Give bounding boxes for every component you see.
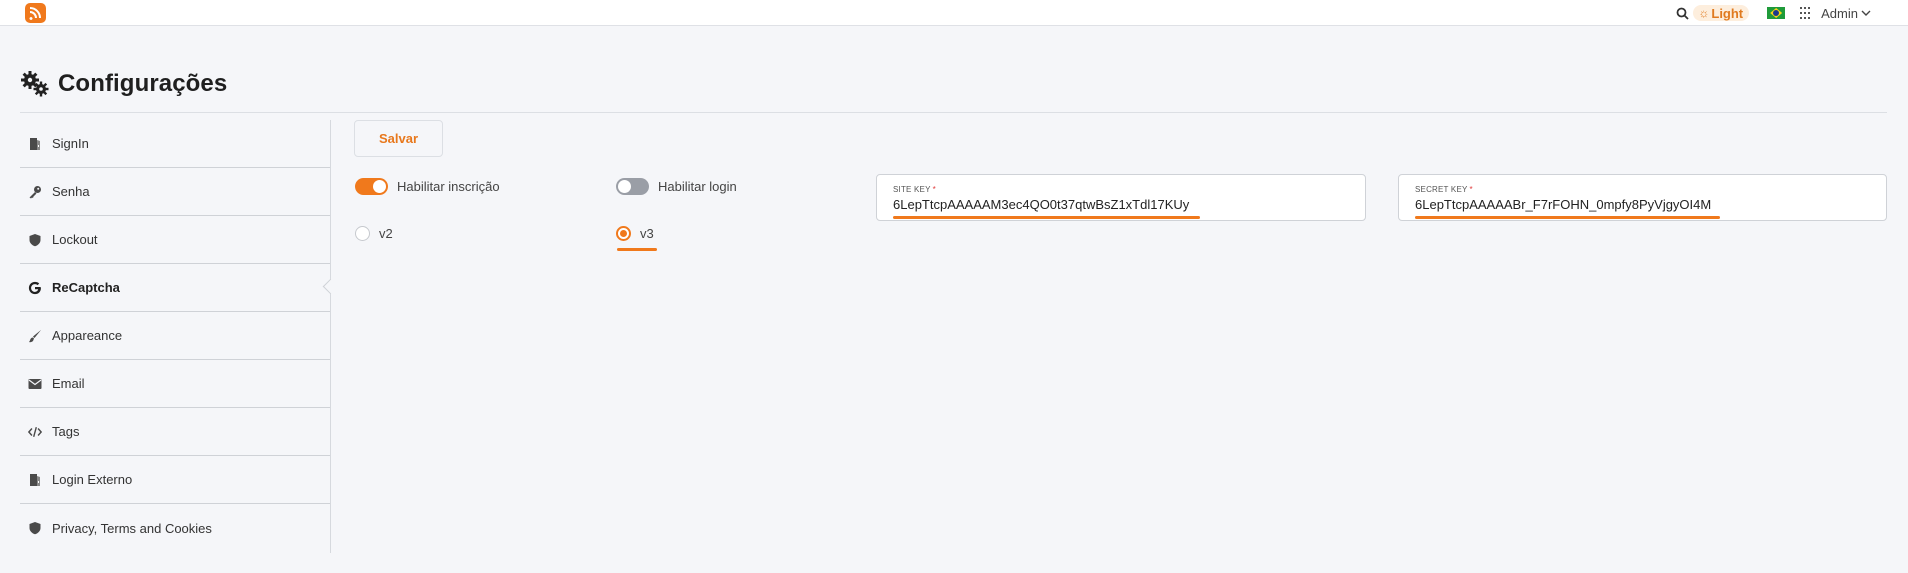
theme-label: Light (1711, 5, 1744, 21)
sidebar-item-tags[interactable]: Tags (20, 408, 330, 456)
title-divider (20, 112, 1887, 113)
app-logo-icon[interactable] (25, 3, 46, 23)
sidebar-item-privacy[interactable]: Privacy, Terms and Cookies (20, 504, 330, 552)
top-bar: ☼ Light Admin (0, 0, 1908, 26)
radio-button[interactable] (355, 226, 370, 241)
sidebar-item-senha[interactable]: Senha (20, 168, 330, 216)
radio-label: v2 (379, 226, 393, 241)
user-menu[interactable]: Admin (1821, 6, 1871, 21)
site-key-input[interactable] (893, 197, 1351, 212)
signin-door-icon (28, 473, 42, 487)
shield-icon (28, 521, 42, 535)
radio-button[interactable] (616, 226, 631, 241)
sidebar-item-appareance[interactable]: Appareance (20, 312, 330, 360)
sidebar-item-label: Privacy, Terms and Cookies (52, 520, 212, 536)
sidebar-item-label: SignIn (52, 136, 89, 151)
save-button[interactable]: Salvar (354, 120, 443, 157)
page-header: Configurações (20, 70, 227, 98)
sidebar-item-label: Tags (52, 424, 80, 439)
sidebar-item-label: Senha (52, 184, 90, 199)
key-icon (28, 185, 42, 199)
sun-icon: ☼ (1698, 6, 1710, 20)
sidebar-item-label: Email (52, 376, 85, 391)
toggle-switch[interactable] (616, 178, 649, 195)
secret-key-field[interactable]: SECRET KEY * (1398, 174, 1887, 221)
toggle-label: Habilitar inscrição (397, 179, 500, 194)
enable-login-toggle[interactable]: Habilitar login (616, 178, 737, 195)
chevron-down-icon (1861, 10, 1871, 16)
sidebar-item-email[interactable]: Email (20, 360, 330, 408)
radio-focus-underline (617, 248, 657, 251)
sidebar-item-recaptcha[interactable]: ReCaptcha (20, 264, 330, 312)
brush-icon (28, 329, 42, 343)
sidebar-item-label: ReCaptcha (52, 280, 120, 295)
page-title: Configurações (58, 70, 228, 97)
google-icon (28, 281, 42, 295)
toggle-switch[interactable] (355, 178, 388, 195)
gears-icon (21, 71, 49, 97)
secret-key-input[interactable] (1415, 197, 1872, 212)
user-menu-label: Admin (1821, 5, 1858, 21)
site-key-field[interactable]: SITE KEY * (876, 174, 1366, 221)
search-icon[interactable] (1673, 4, 1691, 22)
field-label: SITE KEY * (893, 185, 936, 194)
sidebar-item-signin[interactable]: SignIn (20, 120, 330, 168)
field-label: SECRET KEY * (1415, 185, 1473, 194)
envelope-icon (28, 377, 42, 391)
sidebar-item-label: Login Externo (52, 472, 133, 487)
radio-v3[interactable]: v3 (616, 226, 654, 241)
theme-toggle-button[interactable]: ☼ Light (1693, 5, 1750, 21)
radio-label: v3 (640, 226, 654, 241)
sidebar-item-label: Lockout (52, 232, 98, 247)
radio-v2[interactable]: v2 (355, 226, 393, 241)
signin-door-icon (28, 137, 42, 151)
sidebar-item-lockout[interactable]: Lockout (20, 216, 330, 264)
field-underline (1415, 216, 1720, 219)
brazil-flag-icon[interactable] (1767, 7, 1786, 19)
enable-signup-toggle[interactable]: Habilitar inscrição (355, 178, 500, 195)
toggle-label: Habilitar login (658, 179, 737, 194)
field-underline (893, 216, 1200, 219)
sidebar-item-login-externo[interactable]: Login Externo (20, 456, 330, 504)
code-icon (28, 425, 42, 439)
shield-icon (28, 233, 42, 247)
settings-sidebar: SignIn Senha Lockout ReCaptcha Appareanc… (20, 120, 331, 553)
sidebar-item-label: Appareance (52, 328, 123, 343)
apps-grid-icon[interactable] (1799, 7, 1811, 19)
